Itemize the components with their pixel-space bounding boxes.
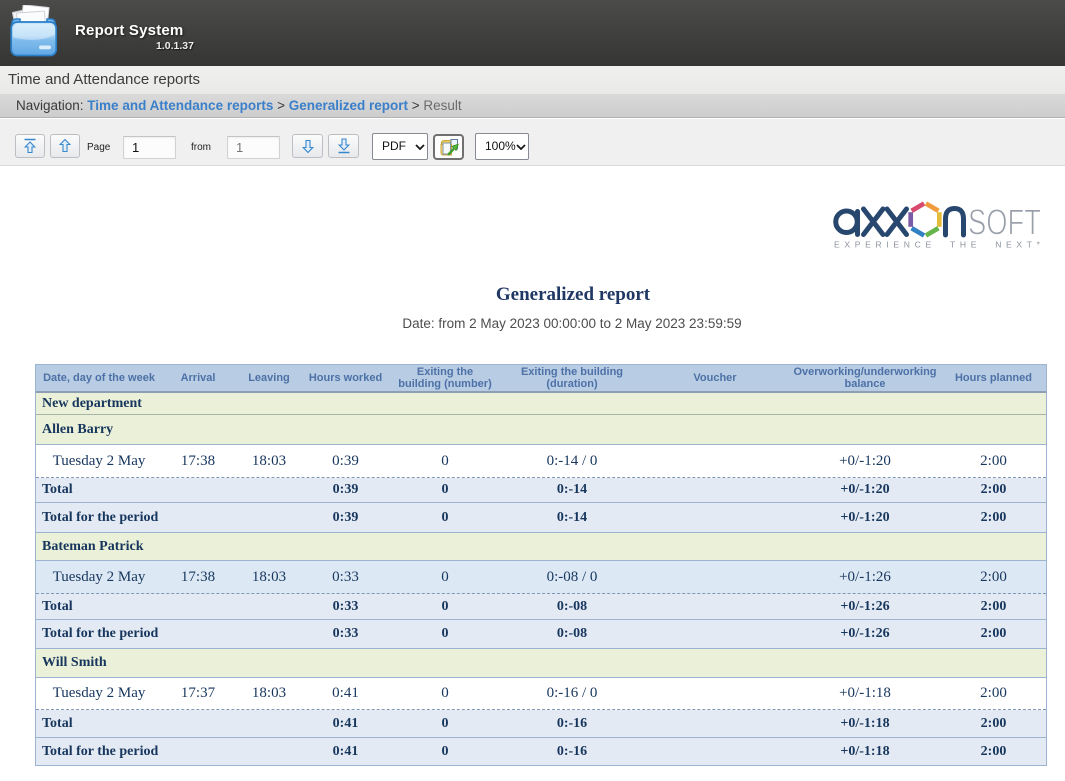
svg-text:SOFT: SOFT	[968, 202, 1041, 243]
svg-text:EXPERIENCE THE NEXT*: EXPERIENCE THE NEXT*	[834, 240, 1041, 250]
